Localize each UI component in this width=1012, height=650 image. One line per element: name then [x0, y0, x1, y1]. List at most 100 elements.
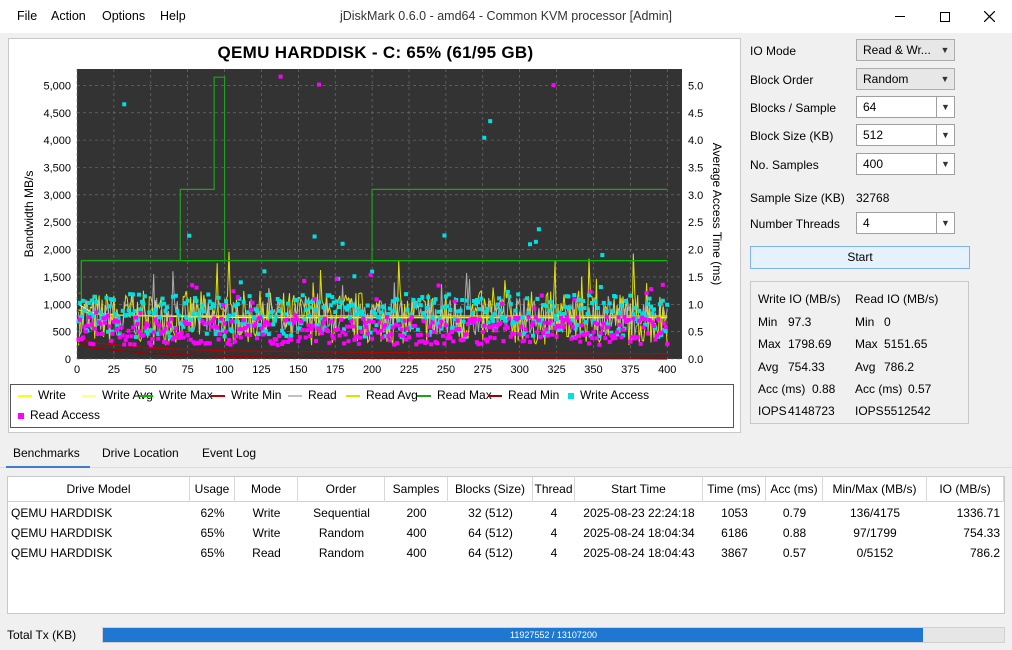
read-access-point	[126, 328, 131, 333]
read-access-point	[120, 333, 125, 338]
read-access-point	[110, 331, 115, 336]
read-access-point	[303, 335, 308, 340]
read-access-point	[362, 320, 367, 325]
write-access-point	[513, 308, 518, 313]
write-access-point	[378, 310, 383, 315]
x-tick-label: 25	[108, 364, 120, 376]
read-access-point	[597, 342, 602, 347]
samples-combo[interactable]: 400 ▼	[856, 153, 955, 175]
column-header[interactable]: Start Time	[575, 477, 703, 502]
table-cell: Read	[252, 546, 281, 560]
maximize-button[interactable]	[922, 0, 968, 33]
read-access-point	[339, 317, 344, 322]
read-access-point	[187, 322, 192, 327]
write-access-point	[151, 311, 156, 316]
column-header[interactable]: Samples	[385, 477, 448, 502]
read-access-point	[519, 324, 524, 329]
write-access-point	[120, 308, 125, 313]
y2-tick-label: 5.0	[688, 80, 703, 92]
table-cell: 65%	[200, 546, 225, 560]
read-access-point	[327, 340, 332, 345]
read-access-point	[638, 341, 643, 346]
read-access-point	[207, 341, 212, 346]
read-access-point	[389, 332, 394, 337]
column-header[interactable]: Usage	[190, 477, 235, 502]
read-access-point	[257, 315, 262, 320]
tab-benchmarks[interactable]: Benchmarks	[7, 446, 86, 468]
write-access-point	[247, 294, 252, 299]
read-access-point	[337, 333, 342, 338]
tab-event-log[interactable]: Event Log	[196, 446, 262, 468]
read-access-point	[594, 336, 599, 341]
write-access-point	[350, 302, 355, 307]
column-header[interactable]: IO (MB/s)	[927, 477, 1004, 502]
io-mode-select[interactable]: Read & Wr... ▼	[856, 39, 955, 61]
column-header[interactable]: Order	[298, 477, 385, 502]
block-order-select[interactable]: Random ▼	[856, 68, 955, 90]
read-access-point	[507, 316, 512, 321]
chevron-down-icon[interactable]: ▼	[936, 213, 954, 233]
table-row[interactable]: QEMU HARDDISK 62% Write Sequential 200 32 (51…	[8, 503, 1004, 523]
read-access-point	[604, 314, 609, 319]
menu-help[interactable]: Help	[160, 9, 186, 23]
legend-item: Read	[288, 388, 337, 402]
y-tick-label: 4,500	[43, 108, 71, 120]
column-header[interactable]: Mode	[235, 477, 298, 502]
table-cell: 2025-08-24 18:04:34	[583, 526, 695, 540]
tab-drive-location[interactable]: Drive Location	[96, 446, 185, 468]
read-access-point	[587, 341, 592, 346]
menu-action[interactable]: Action	[51, 9, 86, 23]
write-access-point	[277, 308, 282, 313]
column-header[interactable]: Drive Model	[8, 477, 190, 502]
read-access-point	[91, 342, 96, 347]
table-row[interactable]: QEMU HARDDISK 65% Read Random 400 64 (512) 4 20…	[8, 543, 1004, 563]
read-access-point	[116, 319, 121, 324]
minimize-button[interactable]	[877, 0, 923, 33]
read-access-point	[399, 327, 404, 332]
title-bar: File Action Options Help jDiskMark 0.6.0…	[0, 0, 1012, 33]
read-access-point	[125, 334, 130, 339]
write-access-point	[241, 300, 246, 305]
threads-combo[interactable]: 4 ▼	[856, 212, 955, 234]
write-access-point	[272, 318, 277, 323]
read-access-point	[163, 326, 168, 331]
read-access-point	[86, 315, 91, 320]
menu-options[interactable]: Options	[102, 9, 145, 23]
legend-swatch	[139, 394, 153, 397]
write-access-point	[530, 333, 535, 338]
legend-swatch	[288, 394, 302, 397]
column-header[interactable]: Min/Max (MB/s)	[823, 477, 927, 502]
column-header[interactable]: Time (ms)	[703, 477, 766, 502]
write-access-point	[231, 312, 236, 317]
read-access-point	[151, 330, 156, 335]
write-access-point	[554, 317, 559, 322]
menu-file[interactable]: File	[17, 9, 37, 23]
write-access-point	[284, 334, 289, 339]
table-row[interactable]: QEMU HARDDISK 65% Write Random 400 64 (512) 4 2…	[8, 523, 1004, 543]
close-button[interactable]	[966, 0, 1012, 33]
read-access-point	[308, 333, 313, 338]
chart-legend: Write Write Avg Write Max Write Min Read Read…	[10, 384, 734, 428]
block-size-combo[interactable]: 512 ▼	[856, 124, 955, 146]
read-access-point	[550, 332, 555, 337]
read-access-point	[253, 322, 258, 327]
stats-panel: Write IO (MB/s) Read IO (MB/s) Min 97.3 …	[750, 281, 969, 424]
chevron-down-icon[interactable]: ▼	[936, 154, 954, 174]
start-button[interactable]: Start	[750, 246, 970, 269]
column-header[interactable]: Blocks (Size)	[448, 477, 533, 502]
column-header[interactable]: Acc (ms)	[766, 477, 823, 502]
read-access-point	[368, 272, 373, 277]
write-access-point	[448, 308, 453, 313]
read-access-point	[387, 338, 392, 343]
blocks-sample-combo[interactable]: 64 ▼	[856, 96, 955, 118]
read-access-point	[480, 330, 485, 335]
chevron-down-icon[interactable]: ▼	[936, 97, 954, 117]
write-access-point	[535, 296, 540, 301]
write-access-point	[294, 298, 299, 303]
write-access-point	[132, 309, 137, 314]
write-access-point	[196, 311, 200, 316]
column-header[interactable]: Thread	[533, 477, 575, 502]
write-acc-value: 0.88	[812, 382, 836, 396]
chevron-down-icon[interactable]: ▼	[936, 125, 954, 145]
write-access-point	[507, 294, 512, 299]
